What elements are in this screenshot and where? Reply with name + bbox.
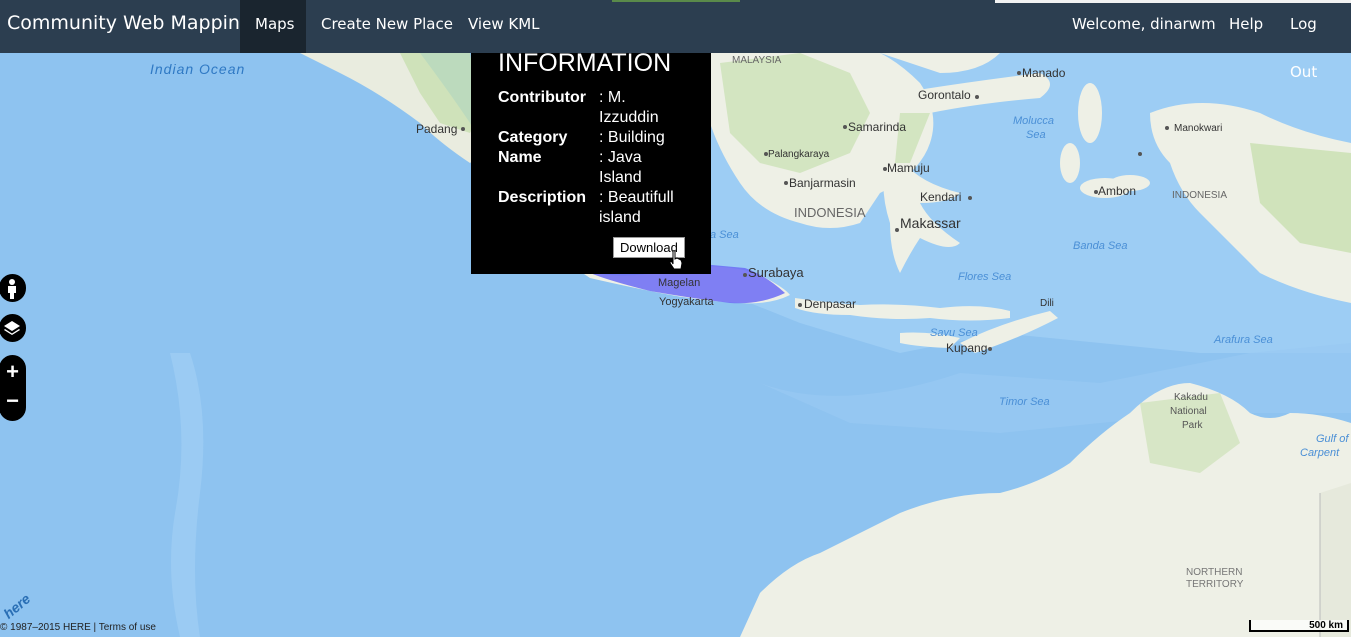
label-timor-sea: Timor Sea xyxy=(999,396,1050,408)
layers-icon xyxy=(4,321,20,335)
label-samarinda: Samarinda xyxy=(848,120,906,134)
map-attribution[interactable]: © 1987–2015 HERE | Terms of use xyxy=(0,622,156,633)
label-kakadu-1: Kakadu xyxy=(1174,392,1208,403)
top-strip-green xyxy=(612,0,740,2)
popup-key: Description xyxy=(498,189,587,206)
label-kakadu-2: National xyxy=(1170,406,1207,417)
popup-value: : Java Island xyxy=(599,149,642,186)
label-savu-sea: Savu Sea xyxy=(930,327,978,339)
label-indonesia: INDONESIA xyxy=(794,205,866,220)
label-ambon: Ambon xyxy=(1098,184,1136,198)
top-navbar: Community Web Mapping Maps Create New Pl… xyxy=(0,0,1351,81)
popup-value: : Beautifull island xyxy=(599,189,674,226)
layers-control[interactable] xyxy=(0,314,26,342)
label-kupang: Kupang xyxy=(946,341,987,355)
nav-help[interactable]: Help xyxy=(1214,0,1278,53)
label-java-sea: a Sea xyxy=(710,229,739,241)
label-gulf-1: Gulf of xyxy=(1316,433,1349,445)
label-kendari: Kendari xyxy=(920,190,961,204)
label-malaysia: MALAYSIA xyxy=(732,55,782,66)
zoom-out-button[interactable]: − xyxy=(0,388,26,421)
label-dili: Dili xyxy=(1040,298,1054,309)
label-yogyakarta: Yogyakarta xyxy=(659,296,715,308)
label-manokwari: Manokwari xyxy=(1174,123,1222,134)
label-indonesia-2: INDONESIA xyxy=(1172,190,1227,201)
label-palangkaraya: Palangkaraya xyxy=(768,149,830,160)
nav-maps[interactable]: Maps xyxy=(240,0,306,53)
label-flores-sea: Flores Sea xyxy=(958,271,1011,283)
label-surabaya: Surabaya xyxy=(748,265,804,280)
label-molucca-sea: Molucca xyxy=(1013,115,1054,127)
nav-welcome-user[interactable]: Welcome, dinarwm xyxy=(1057,0,1231,53)
nav-create-new-place[interactable]: Create New Place xyxy=(306,0,468,53)
popup-key: Category xyxy=(498,129,568,146)
popup-key: Contributor xyxy=(498,89,586,106)
label-indian-ocean: Indian Ocean xyxy=(150,61,245,77)
label-denpasar: Denpasar xyxy=(804,297,856,311)
label-manado: Manado xyxy=(1022,66,1066,80)
label-arafura-sea: Arafura Sea xyxy=(1213,334,1273,346)
info-popup: INFORMATION Contributor : M. Izzuddin Ca… xyxy=(471,49,711,274)
popup-title: INFORMATION xyxy=(498,49,672,77)
nav-view-kml[interactable]: View KML xyxy=(453,0,555,53)
brand-title[interactable]: Community Web Mapping xyxy=(7,12,252,34)
scale-bar: 500 km xyxy=(1249,620,1349,632)
pegman-control[interactable] xyxy=(0,274,26,302)
popup-key: Name xyxy=(498,149,542,166)
label-gulf-2: Carpent xyxy=(1300,447,1340,459)
popup-value: : Building xyxy=(599,129,665,146)
label-northern-territory-2: TERRITORY xyxy=(1186,579,1244,590)
label-padang: Padang xyxy=(416,122,457,136)
hand-cursor-icon xyxy=(669,250,683,270)
label-banjarmasin: Banjarmasin xyxy=(789,176,856,190)
label-banda-sea: Banda Sea xyxy=(1073,240,1127,252)
label-molucca-sea-2: Sea xyxy=(1026,129,1046,141)
label-kakadu-3: Park xyxy=(1182,420,1204,431)
nav-logout[interactable]: Log Out xyxy=(1275,0,1351,81)
zoom-in-button[interactable]: + xyxy=(0,355,26,388)
label-makassar: Makassar xyxy=(900,215,961,231)
label-magelang: Magelan xyxy=(658,277,700,289)
label-gorontalo: Gorontalo xyxy=(918,88,971,102)
popup-value: : M. Izzuddin xyxy=(599,89,659,126)
zoom-control: + − xyxy=(0,355,26,421)
person-icon xyxy=(8,279,16,299)
label-mamuju: Mamuju xyxy=(887,161,930,175)
label-northern-territory-1: NORTHERN xyxy=(1186,567,1242,578)
